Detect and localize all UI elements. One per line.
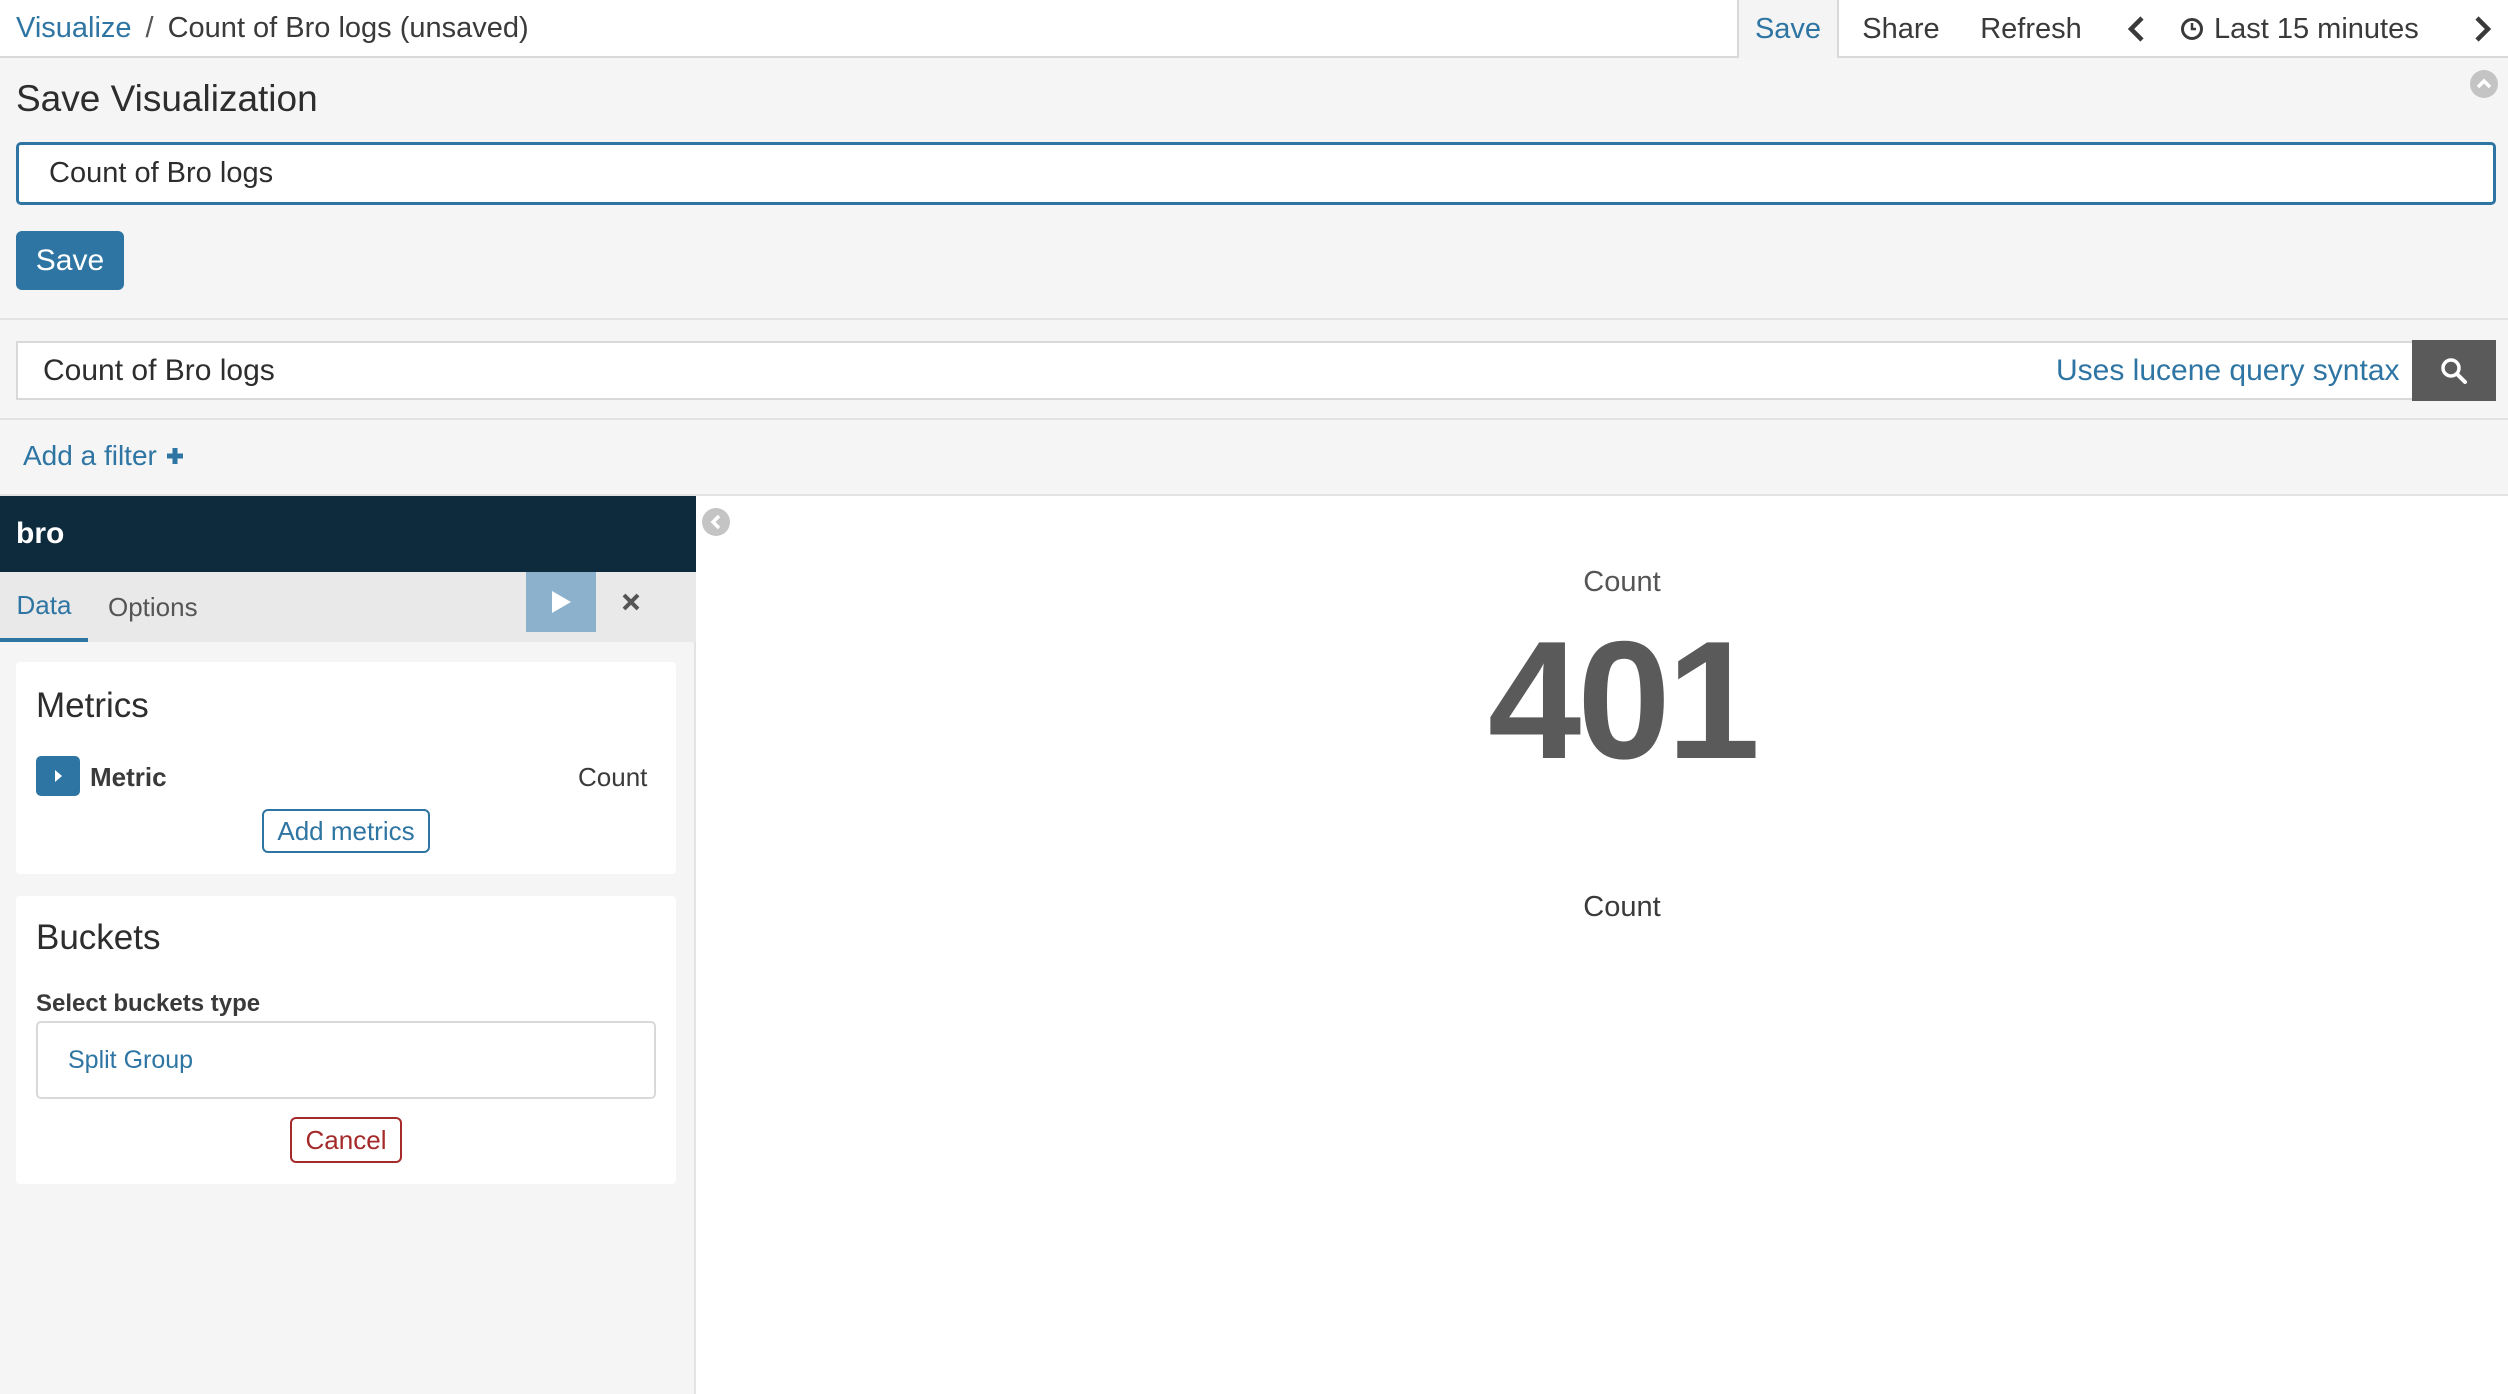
cancel-button[interactable]: Cancel [290, 1117, 402, 1163]
save-panel-title: Save Visualization [16, 78, 318, 119]
share-menu-button[interactable]: Share [1851, 0, 1951, 58]
save-menu-button[interactable]: Save [1737, 0, 1839, 58]
time-picker-button[interactable]: Last 15 minutes [2180, 0, 2440, 58]
tab-options[interactable]: Options [108, 572, 198, 642]
clock-icon [2181, 18, 2203, 40]
metric-aggregation-type: Count [578, 762, 648, 792]
buckets-type-label: Select buckets type [36, 990, 261, 1017]
close-icon [622, 593, 640, 611]
breadcrumb-current: Count of Bro logs (unsaved) [167, 11, 529, 44]
apply-changes-button[interactable] [526, 572, 596, 632]
metric-value: 401 [1487, 606, 1760, 794]
metric-title: Count [1583, 566, 1661, 598]
tab-data[interactable]: Data [0, 572, 88, 642]
metrics-title: Metrics [36, 686, 149, 725]
breadcrumb: Visualize / Count of Bro logs (unsaved) [16, 10, 529, 46]
visualization-name-input[interactable] [16, 142, 2496, 205]
play-icon [552, 591, 571, 613]
metric-expand-toggle[interactable] [36, 756, 80, 796]
split-group-option[interactable]: Split Group [36, 1021, 656, 1099]
buckets-title: Buckets [36, 918, 161, 957]
time-range-label: Last 15 minutes [2214, 12, 2419, 45]
chevron-left-icon[interactable] [2118, 0, 2154, 58]
index-pattern-title: bro [0, 496, 696, 572]
breadcrumb-separator: / [145, 11, 154, 44]
filter-bar [0, 420, 2508, 496]
collapse-up-icon[interactable] [2470, 70, 2498, 98]
caret-right-icon [55, 770, 62, 782]
save-button[interactable]: Save [16, 231, 124, 290]
add-metrics-button[interactable]: Add metrics [262, 809, 430, 853]
search-button[interactable] [2412, 340, 2496, 401]
lucene-syntax-link[interactable]: Uses lucene query syntax [2056, 341, 2400, 400]
query-input[interactable]: Count of Bro logs [16, 341, 2412, 400]
refresh-menu-button[interactable]: Refresh [1968, 0, 2094, 58]
chevron-right-icon[interactable] [2465, 0, 2501, 58]
add-filter-button[interactable]: Add a filter [23, 440, 185, 472]
breadcrumb-visualize-link[interactable]: Visualize [16, 12, 132, 45]
collapse-sidebar-icon[interactable] [702, 508, 730, 536]
discard-changes-button[interactable] [596, 572, 666, 632]
plus-icon [166, 448, 183, 464]
metric-label: Count [1583, 891, 1661, 923]
metric-item-label: Metric [90, 762, 167, 792]
search-icon [2441, 357, 2467, 384]
add-filter-label: Add a filter [23, 440, 157, 471]
